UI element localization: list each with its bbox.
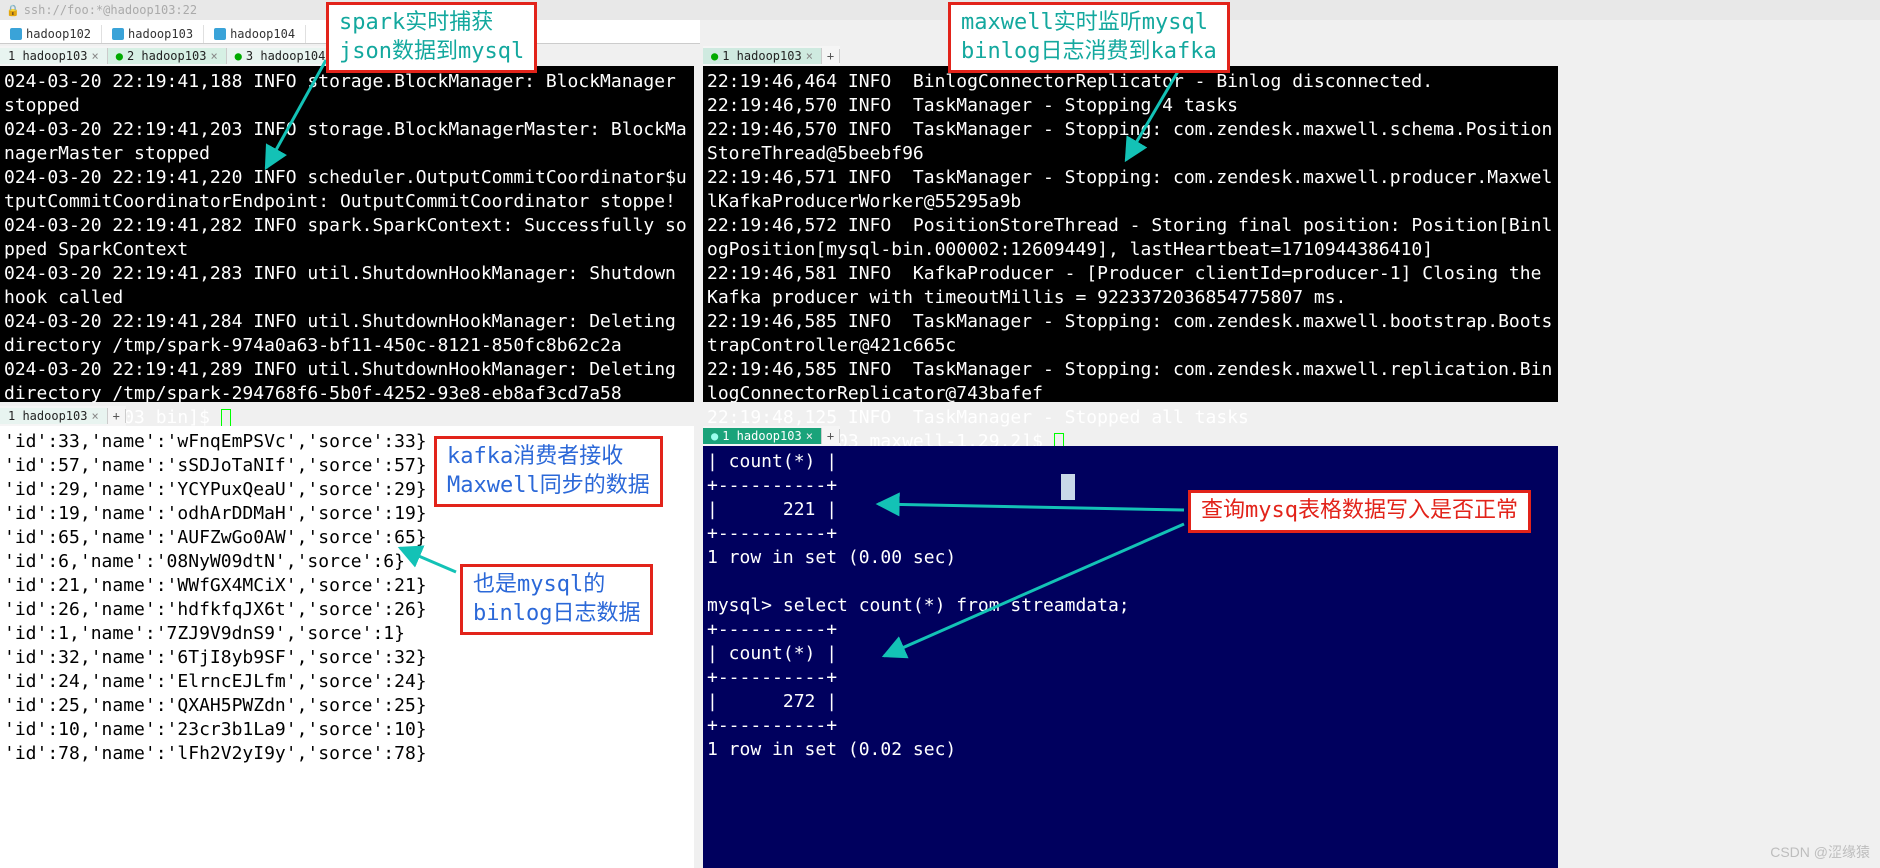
- host-tab[interactable]: hadoop104: [204, 25, 306, 43]
- terminal-tab[interactable]: 1 hadoop103 ×: [0, 48, 108, 64]
- tr-terminal-output: 22:19:46,464 INFO BinlogConnectorReplica…: [707, 70, 1554, 454]
- host-tab-label: hadoop102: [26, 27, 91, 41]
- tab-label: 1 hadoop103: [8, 49, 87, 63]
- tab-label: 1 hadoop103: [8, 409, 87, 423]
- host-icon: [112, 28, 124, 40]
- text-cursor: [1061, 474, 1075, 500]
- host-tab-label: hadoop104: [230, 27, 295, 41]
- bl-terminal-tabbar: 1 hadoop103 × +: [0, 406, 126, 426]
- annotation: 查询mysq表格数据写入是否正常: [1188, 490, 1531, 533]
- close-icon[interactable]: ×: [210, 49, 217, 63]
- terminal-tab[interactable]: ● 2 hadoop103 ×: [108, 48, 227, 64]
- dot-icon: ●: [711, 429, 718, 443]
- br-terminal-tabbar: ● 1 hadoop103 × +: [703, 426, 840, 446]
- annotation: maxwell实时监听mysql binlog日志消费到kafka: [948, 2, 1230, 73]
- close-icon[interactable]: ×: [806, 49, 813, 63]
- annotation: spark实时捕获 json数据到mysql: [326, 2, 537, 73]
- tab-label: 1 hadoop103: [722, 49, 801, 63]
- tr-terminal[interactable]: 22:19:46,464 INFO BinlogConnectorReplica…: [703, 66, 1558, 402]
- host-tab-label: hadoop103: [128, 27, 193, 41]
- dot-icon: ●: [711, 49, 718, 63]
- tr-terminal-tabbar: ● 1 hadoop103 × +: [703, 46, 840, 66]
- host-icon: [214, 28, 226, 40]
- dot-icon: ●: [116, 49, 123, 63]
- tab-label: 2 hadoop103: [127, 49, 206, 63]
- add-tab-button[interactable]: +: [108, 409, 126, 423]
- annotation-text: binlog日志数据: [473, 601, 640, 626]
- tl-terminal-output: 024-03-20 22:19:41,188 INFO storage.Bloc…: [4, 70, 690, 430]
- tl-terminal-tabbar: 1 hadoop103 × ● 2 hadoop103 × ● 3 hadoop…: [0, 46, 364, 66]
- terminal-tab[interactable]: ● 1 hadoop103 ×: [703, 428, 822, 444]
- terminal-tab[interactable]: 1 hadoop103 ×: [0, 408, 108, 424]
- lock-icon: 🔒: [6, 4, 20, 17]
- host-tab[interactable]: hadoop102: [0, 25, 102, 43]
- add-tab-button[interactable]: +: [822, 49, 840, 63]
- host-icon: [10, 28, 22, 40]
- titlebar: 🔒 ssh://foo:*@hadoop103:22: [0, 0, 1880, 20]
- close-icon[interactable]: ×: [91, 409, 98, 423]
- annotation: 也是mysql的 binlog日志数据: [460, 564, 653, 635]
- terminal-tab[interactable]: ● 1 hadoop103 ×: [703, 48, 822, 64]
- tab-label: 1 hadoop103: [722, 429, 801, 443]
- annotation-text: 查询mysq表格数据写入是否正常: [1201, 498, 1518, 523]
- watermark: CSDN @涩缘猿: [1770, 842, 1870, 862]
- titlebar-text: ssh://foo:*@hadoop103:22: [24, 3, 197, 17]
- annotation-text: json数据到mysql: [339, 39, 524, 64]
- annotation-text: Maxwell同步的数据: [447, 473, 650, 498]
- annotation: kafka消费者接收 Maxwell同步的数据: [434, 436, 663, 507]
- tab-label: 3 hadoop104: [246, 49, 325, 63]
- annotation-text: kafka消费者接收: [447, 444, 623, 469]
- annotation-text: binlog日志消费到kafka: [961, 39, 1217, 64]
- close-icon[interactable]: ×: [91, 49, 98, 63]
- annotation-text: spark实时捕获: [339, 10, 493, 35]
- add-tab-button[interactable]: +: [822, 429, 840, 443]
- annotation-text: maxwell实时监听mysql: [961, 10, 1208, 35]
- close-icon[interactable]: ×: [806, 429, 813, 443]
- tl-terminal[interactable]: 024-03-20 22:19:41,188 INFO storage.Bloc…: [0, 66, 694, 402]
- host-tab[interactable]: hadoop103: [102, 25, 204, 43]
- dot-icon: ●: [235, 49, 242, 63]
- annotation-text: 也是mysql的: [473, 572, 605, 597]
